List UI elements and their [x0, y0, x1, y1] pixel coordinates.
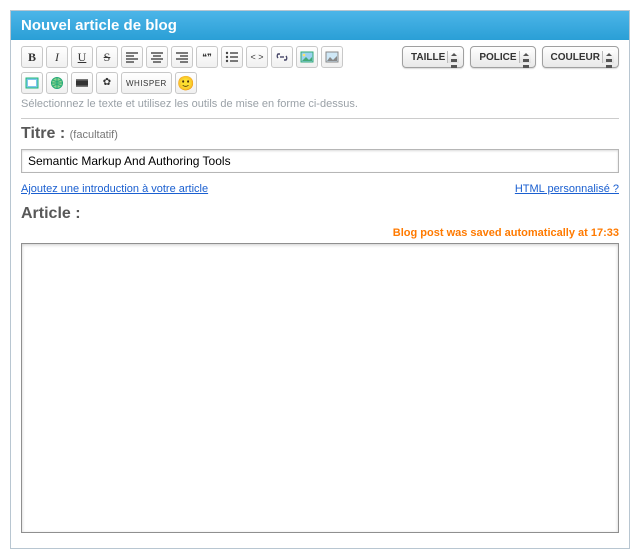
- title-label: Titre :: [21, 125, 65, 142]
- toolbar-help-text: Sélectionnez le texte et utilisez les ou…: [21, 94, 619, 118]
- links-row: Ajoutez une introduction à votre article…: [21, 183, 619, 201]
- panel-body: B I U S ❝❞ < >: [11, 40, 629, 548]
- underline-button[interactable]: U: [71, 46, 93, 68]
- title-section-header: Titre : (facultatif): [21, 118, 619, 145]
- text-size-select[interactable]: TAILLE: [402, 46, 464, 68]
- whisper-button[interactable]: WHISPER: [121, 72, 172, 94]
- formatting-toolbar-row-1: B I U S ❝❞ < >: [21, 46, 619, 68]
- italic-button[interactable]: I: [46, 46, 68, 68]
- strikethrough-button[interactable]: S: [96, 46, 118, 68]
- autosave-status: Blog post was saved automatically at 17:…: [21, 225, 619, 243]
- article-label: Article :: [21, 201, 619, 225]
- insert-image-alt-button[interactable]: [321, 46, 343, 68]
- text-color-label: COULEUR: [551, 52, 600, 63]
- align-right-button[interactable]: [171, 46, 193, 68]
- quote-button[interactable]: ❝❞: [196, 46, 218, 68]
- insert-image-button[interactable]: [296, 46, 318, 68]
- title-hint: (facultatif): [70, 129, 118, 141]
- insert-special-button[interactable]: ✿: [96, 72, 118, 94]
- add-intro-link[interactable]: Ajoutez une introduction à votre article: [21, 183, 208, 195]
- insert-web-button[interactable]: [46, 72, 68, 94]
- text-size-label: TAILLE: [411, 52, 445, 63]
- font-family-select[interactable]: POLICE: [470, 46, 535, 68]
- link-button[interactable]: [271, 46, 293, 68]
- panel-title: Nouvel article de blog: [11, 11, 629, 40]
- align-left-button[interactable]: [121, 46, 143, 68]
- text-color-select[interactable]: COULEUR: [542, 46, 619, 68]
- blog-editor-panel: Nouvel article de blog B I U S ❝❞ < >: [10, 10, 630, 549]
- smiley-button[interactable]: 🙂: [175, 72, 197, 94]
- smiley-icon: 🙂: [177, 75, 194, 92]
- bullet-list-button[interactable]: [221, 46, 243, 68]
- custom-html-link[interactable]: HTML personnalisé ?: [515, 183, 619, 195]
- align-center-button[interactable]: [146, 46, 168, 68]
- formatting-toolbar-row-2: ✿ WHISPER 🙂: [21, 72, 619, 94]
- insert-video-button[interactable]: [71, 72, 93, 94]
- code-button[interactable]: < >: [246, 46, 268, 68]
- bold-button[interactable]: B: [21, 46, 43, 68]
- insert-photo-button[interactable]: [21, 72, 43, 94]
- font-family-label: POLICE: [479, 52, 516, 63]
- title-input[interactable]: [21, 149, 619, 173]
- article-body-editor[interactable]: [21, 243, 619, 533]
